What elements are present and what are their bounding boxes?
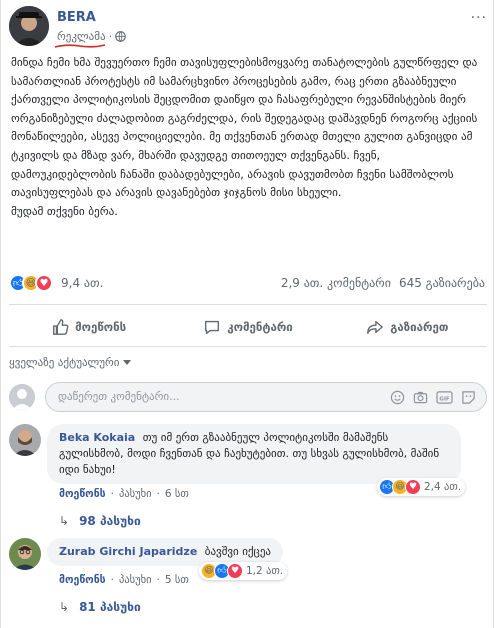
love-reaction-icon: ♥ <box>405 479 421 495</box>
comment-time[interactable]: 6 სთ <box>165 488 189 500</box>
post-stats: 2,9 ათ. კომენტარი 645 გაზიარება <box>281 276 485 290</box>
replies-count: 98 პასუხი <box>79 514 141 528</box>
post-meta: რეკლამა · <box>54 30 126 48</box>
comment-meta: მოეწონს · პასუხი · 6 სთ <box>59 488 189 500</box>
sticker-icon[interactable] <box>461 390 476 405</box>
like-button-label: მოეწონს <box>75 320 127 334</box>
comment-reply-link[interactable]: პასუხი <box>119 488 152 500</box>
comment-icon <box>205 320 220 334</box>
thumbs-up-icon <box>53 319 69 335</box>
red-underline-annotation <box>54 44 106 48</box>
page-avatar[interactable] <box>9 6 49 46</box>
comment-input[interactable]: დაწერეთ კომენტარი... GIF <box>45 382 487 412</box>
comment-author[interactable]: Beka Kokaia <box>59 431 135 444</box>
comment-text: ბავშვი იქცეა <box>204 545 272 558</box>
comment-author[interactable]: Zurab Girchi Japaridze <box>59 545 197 558</box>
emoji-icon[interactable] <box>390 390 405 405</box>
reply-arrow-icon: ↳ <box>59 514 70 528</box>
sort-label: ყველაზე აქტუალური <box>9 356 120 369</box>
share-arrow-icon <box>367 320 384 334</box>
composer-icons: GIF <box>390 390 476 405</box>
commenter-avatar[interactable] <box>9 424 41 456</box>
sponsored-label[interactable]: რეკლამა <box>57 30 106 43</box>
comment-reply-link[interactable]: პასუხი <box>119 574 152 586</box>
comment-time[interactable]: 5 სთ <box>165 574 189 586</box>
comment-reaction-count: 2,4 ათ. <box>424 481 462 493</box>
user-avatar <box>9 384 35 410</box>
comment-button-label: კომენტარი <box>227 320 293 334</box>
svg-text:GIF: GIF <box>439 396 450 402</box>
reaction-count[interactable]: 9,4 ათ. <box>61 276 103 290</box>
post-body: მინდა ჩემი ხმა შევუერთო ჩემი თავისუფლები… <box>11 56 478 218</box>
comment-reactions[interactable]: 😆 👍︎ ♥ 1,2 ათ. <box>199 562 288 580</box>
view-replies-link[interactable]: ↳ 81 პასუხი <box>59 600 141 614</box>
comment-button[interactable]: კომენტარი <box>168 312 327 342</box>
share-button-label: გაზიარეთ <box>390 320 449 334</box>
replies-count: 81 პასუხი <box>79 600 141 614</box>
separator-dot: · <box>110 488 114 500</box>
comment-reaction-count: 1,2 ათ. <box>246 565 284 577</box>
separator-dot: · <box>108 30 113 43</box>
post-header: BERA რეკლამა · ··· <box>9 6 487 50</box>
divider <box>9 346 487 347</box>
shares-count[interactable]: 645 გაზიარება <box>399 276 485 290</box>
comment-input-placeholder: დაწერეთ კომენტარი... <box>58 390 180 403</box>
divider <box>9 304 487 305</box>
separator-dot: · <box>156 488 160 500</box>
comment-sort-dropdown[interactable]: ყველაზე აქტუალური <box>9 356 132 369</box>
commenter-avatar[interactable] <box>9 538 41 570</box>
love-reaction-icon: ♥ <box>227 563 243 579</box>
share-button[interactable]: გაზიარეთ <box>328 312 487 342</box>
reply-arrow-icon: ↳ <box>59 600 70 614</box>
comment-item: Zurab Girchi Japaridze ბავშვი იქცეა 😆 👍︎… <box>9 538 487 626</box>
comment-composer: დაწერეთ კომენტარი... GIF <box>9 382 487 412</box>
more-options-icon[interactable]: ··· <box>471 10 487 26</box>
comment-like-link[interactable]: მოეწონს <box>59 488 106 500</box>
comment-reactions[interactable]: 👍︎ 😆 ♥ 2,4 ათ. <box>377 478 466 496</box>
globe-icon[interactable] <box>115 31 126 42</box>
comments-count[interactable]: 2,9 ათ. კომენტარი <box>281 276 391 290</box>
comment-meta: მოეწონს · პასუხი · 5 სთ <box>59 574 189 586</box>
post-actions: მოეწონს კომენტარი გაზიარეთ <box>9 312 487 342</box>
like-button[interactable]: მოეწონს <box>9 312 168 342</box>
reactions-bar: 👍︎ 😆 ♥ 9,4 ათ. 2,9 ათ. კომენტარი 645 გაზ… <box>9 274 487 294</box>
sponsored-label-wrap[interactable]: რეკლამა <box>54 30 106 48</box>
post-card: BERA რეკლამა · ··· მინდა ჩემი ხმა შევუერ… <box>0 0 494 628</box>
separator-dot: · <box>110 574 114 586</box>
camera-icon[interactable] <box>413 390 428 405</box>
separator-dot: · <box>156 574 160 586</box>
page-name[interactable]: BERA <box>57 10 96 25</box>
comment-like-link[interactable]: მოეწონს <box>59 574 106 586</box>
caret-down-icon <box>123 360 132 365</box>
gif-icon[interactable]: GIF <box>436 390 453 405</box>
comment-item: Beka Kokaia თუ იმ ერთ გზააბნეულ პოლიტიკო… <box>9 424 487 532</box>
comment-bubble: Beka Kokaia თუ იმ ერთ გზააბნეულ პოლიტიკო… <box>47 424 461 484</box>
love-reaction-icon: ♥ <box>35 274 53 292</box>
post-text: მინდა ჩემი ხმა შევუერთო ჩემი თავისუფლები… <box>11 54 487 221</box>
reaction-icons[interactable]: 👍︎ 😆 ♥ <box>9 274 53 292</box>
view-replies-link[interactable]: ↳ 98 პასუხი <box>59 514 141 528</box>
